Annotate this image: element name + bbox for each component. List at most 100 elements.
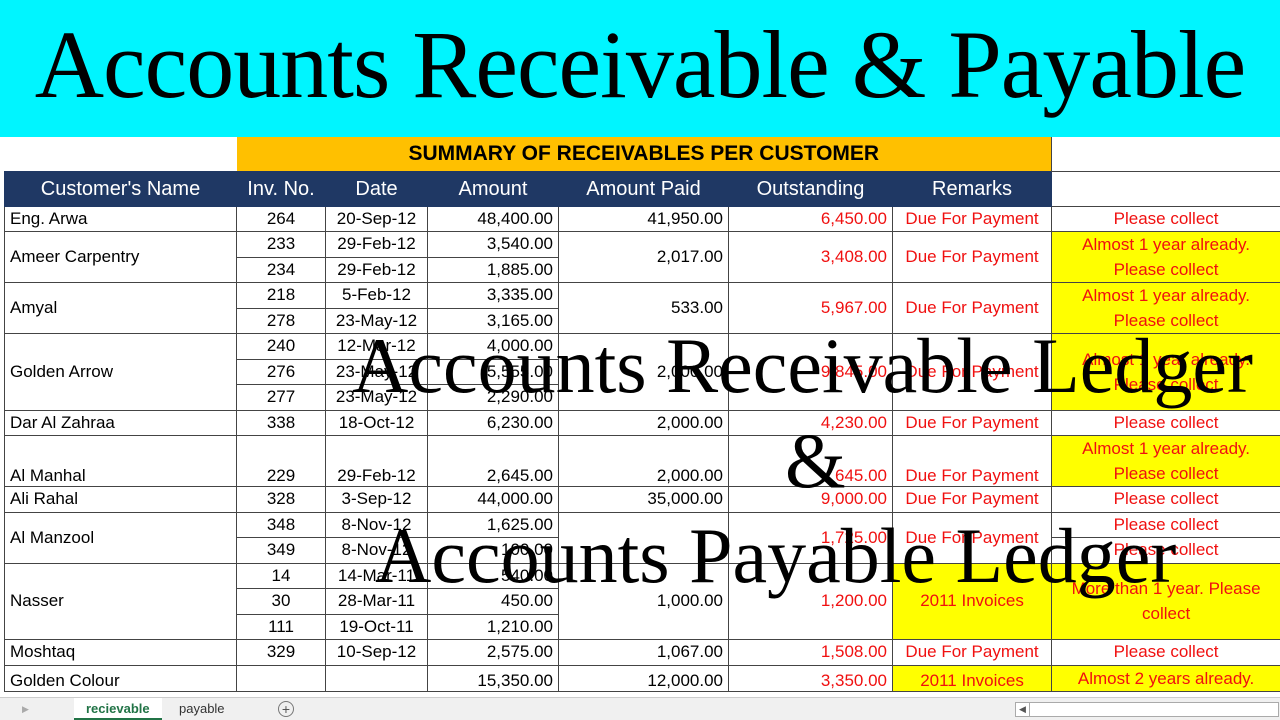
amount-paid-cell[interactable]: 41,950.00 — [558, 205, 729, 232]
date-cell[interactable]: 5-Feb-12 — [325, 282, 428, 309]
invoice-number-cell[interactable]: 229 — [236, 435, 326, 487]
amount-cell[interactable]: 2,645.00 — [427, 435, 559, 487]
amount-cell[interactable]: 2,290.00 — [427, 384, 559, 411]
customer-name-cell[interactable]: Moshtaq — [4, 639, 237, 666]
cell[interactable] — [1051, 137, 1280, 171]
customer-name-cell[interactable]: Dar Al Zahraa — [4, 409, 237, 436]
column-header[interactable]: Date — [325, 170, 428, 207]
amount-paid-cell[interactable]: 12,000.00 — [558, 664, 729, 692]
amount-cell[interactable]: 15,350.00 — [427, 664, 559, 692]
date-cell[interactable]: 14-Mar-11 — [325, 562, 428, 589]
amount-paid-cell[interactable]: 1,000.00 — [558, 562, 729, 640]
amount-cell[interactable]: 6,230.00 — [427, 409, 559, 436]
note-cell[interactable]: Please collect — [1051, 205, 1280, 232]
invoice-number-cell[interactable]: 278 — [236, 307, 326, 334]
outstanding-cell[interactable]: 5,967.00 — [728, 282, 893, 334]
customer-name-cell[interactable]: Golden Colour — [4, 664, 237, 692]
date-cell[interactable]: 19-Oct-11 — [325, 613, 428, 640]
invoice-number-cell[interactable]: 264 — [236, 205, 326, 232]
remarks-cell[interactable]: 2011 Invoices — [891, 562, 1053, 640]
note-cell[interactable]: Almost 1 year already. Please collect — [1051, 333, 1280, 411]
note-cell[interactable]: Please collect — [1051, 511, 1280, 538]
cell[interactable] — [5, 137, 237, 171]
invoice-number-cell[interactable]: 277 — [236, 384, 326, 411]
amount-cell[interactable]: 450.00 — [427, 588, 559, 615]
column-header[interactable]: Amount Paid — [558, 170, 729, 207]
date-cell[interactable]: 18-Oct-12 — [325, 409, 428, 436]
customer-name-cell[interactable]: Eng. Arwa — [4, 205, 237, 232]
note-cell[interactable]: More than 1 year. Please collect — [1051, 562, 1280, 640]
date-cell[interactable]: 29-Feb-12 — [325, 435, 428, 487]
tab-scroll-arrow-icon[interactable]: ▶ — [22, 698, 29, 720]
date-cell[interactable]: 8-Nov-12 — [325, 511, 428, 538]
outstanding-cell[interactable]: 3,408.00 — [728, 231, 893, 283]
amount-paid-cell[interactable]: 2,000.00 — [558, 409, 729, 436]
date-cell[interactable] — [325, 664, 428, 692]
column-header[interactable]: Customer's Name — [4, 170, 237, 207]
outstanding-cell[interactable]: 6,450.00 — [728, 205, 893, 232]
tab-recievable[interactable]: recievable — [74, 698, 162, 720]
outstanding-cell[interactable]: 1,200.00 — [728, 562, 893, 640]
outstanding-cell[interactable]: 1,725.00 — [728, 511, 893, 564]
customer-name-cell[interactable]: Al Manzool — [4, 511, 237, 564]
remarks-cell[interactable]: 2011 Invoices — [891, 664, 1053, 692]
plus-circle-icon[interactable]: + — [278, 701, 294, 717]
scroll-left-icon[interactable]: ◀ — [1016, 703, 1030, 716]
amount-cell[interactable]: 2,575.00 — [427, 639, 559, 666]
invoice-number-cell[interactable]: 240 — [236, 333, 326, 360]
date-cell[interactable]: 10-Sep-12 — [325, 639, 428, 666]
invoice-number-cell[interactable]: 14 — [236, 562, 326, 589]
amount-cell[interactable]: 540.00 — [427, 562, 559, 589]
remarks-cell[interactable]: Due For Payment — [891, 205, 1053, 232]
customer-name-cell[interactable]: Ali Rahal — [4, 486, 237, 513]
date-cell[interactable]: 29-Feb-12 — [325, 256, 428, 283]
outstanding-cell[interactable]: 9,000.00 — [728, 486, 893, 513]
column-header[interactable]: Amount — [427, 170, 559, 207]
outstanding-cell[interactable]: 3,350.00 — [728, 664, 893, 692]
invoice-number-cell[interactable]: 338 — [236, 409, 326, 436]
date-cell[interactable]: 29-Feb-12 — [325, 231, 428, 258]
remarks-cell[interactable]: Due For Payment — [891, 282, 1053, 334]
amount-cell[interactable]: 1,625.00 — [427, 511, 559, 538]
date-cell[interactable]: 20-Sep-12 — [325, 205, 428, 232]
amount-cell[interactable]: 3,165.00 — [427, 307, 559, 334]
note-cell[interactable]: Almost 1 year already. Please collect — [1051, 282, 1280, 334]
invoice-number-cell[interactable]: 30 — [236, 588, 326, 615]
invoice-number-cell[interactable]: 329 — [236, 639, 326, 666]
amount-paid-cell[interactable] — [558, 511, 729, 564]
amount-cell[interactable]: 44,000.00 — [427, 486, 559, 513]
date-cell[interactable]: 23-May-12 — [325, 307, 428, 334]
amount-cell[interactable]: 3,540.00 — [427, 231, 559, 258]
customer-name-cell[interactable]: Amyal — [4, 282, 237, 334]
invoice-number-cell[interactable]: 348 — [236, 511, 326, 538]
invoice-number-cell[interactable]: 349 — [236, 537, 326, 564]
customer-name-cell[interactable]: Nasser — [4, 562, 237, 640]
remarks-cell[interactable]: Due For Payment — [891, 486, 1053, 513]
amount-cell[interactable]: 5,555.00 — [427, 358, 559, 385]
outstanding-cell[interactable]: 645.00 — [728, 435, 893, 487]
note-cell[interactable]: Almost 1 year already. Please collect — [1051, 435, 1280, 487]
customer-name-cell[interactable]: Golden Arrow — [4, 333, 237, 411]
amount-paid-cell[interactable]: 2,017.00 — [558, 231, 729, 283]
invoice-number-cell[interactable]: 328 — [236, 486, 326, 513]
note-cell[interactable]: Almost 2 years already. — [1051, 664, 1280, 692]
amount-paid-cell[interactable]: 2,000.00 — [558, 333, 729, 411]
customer-name-cell[interactable]: Al Manhal — [4, 435, 237, 487]
remarks-cell[interactable]: Due For Payment — [891, 409, 1053, 436]
outstanding-cell[interactable]: 9,845.00 — [728, 333, 893, 411]
date-cell[interactable]: 3-Sep-12 — [325, 486, 428, 513]
date-cell[interactable]: 12-Mar-12 — [325, 333, 428, 360]
note-cell[interactable]: Almost 1 year already. Please collect — [1051, 231, 1280, 283]
amount-paid-cell[interactable]: 1,067.00 — [558, 639, 729, 666]
invoice-number-cell[interactable]: 276 — [236, 358, 326, 385]
invoice-number-cell[interactable]: 111 — [236, 613, 326, 640]
cell[interactable] — [1051, 170, 1280, 207]
column-header[interactable]: Remarks — [891, 170, 1053, 207]
note-cell[interactable]: Please collect — [1051, 639, 1280, 666]
summary-title[interactable]: SUMMARY OF RECEIVABLES PER CUSTOMER — [236, 137, 1052, 171]
amount-cell[interactable]: 3,335.00 — [427, 282, 559, 309]
remarks-cell[interactable]: Due For Payment — [891, 231, 1053, 283]
amount-cell[interactable]: 1,210.00 — [427, 613, 559, 640]
column-header[interactable]: Inv. No. — [236, 170, 326, 207]
amount-cell[interactable]: 4,000.00 — [427, 333, 559, 360]
